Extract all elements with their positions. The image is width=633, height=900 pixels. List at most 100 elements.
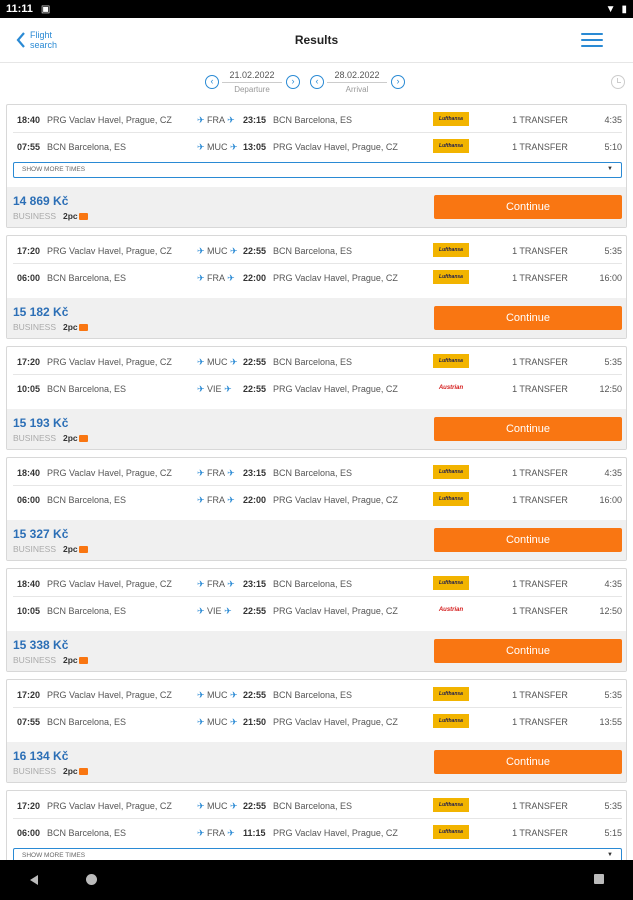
price-area: 15 182 Kč BUSINESS 2pc Continue xyxy=(7,298,626,338)
price: 15 327 Kč xyxy=(13,527,69,541)
transfer-count: 1 TRANSFER xyxy=(512,579,568,589)
return-segment: 06:00 BCN Barcelona, ES ✈ FRA ✈ 11:15 PRG Va… xyxy=(7,818,626,845)
plane-icon: ✈ xyxy=(224,468,235,478)
flight-duration: 16:00 xyxy=(599,495,622,505)
baggage-allowance: 2pc xyxy=(63,322,88,332)
plane-icon: ✈ xyxy=(197,273,208,283)
airline-logo: Lufthansa xyxy=(433,492,469,506)
flight-duration: 4:35 xyxy=(604,468,622,478)
suitcase-icon xyxy=(78,657,88,664)
transfer-count: 1 TRANSFER xyxy=(512,690,568,700)
plane-icon: ✈ xyxy=(227,717,238,727)
departure-time: 07:55 xyxy=(17,142,41,152)
arrival-airport: PRG Vaclav Havel, Prague, CZ xyxy=(273,495,398,505)
flight-duration: 4:35 xyxy=(604,115,622,125)
airline-logo: Lufthansa xyxy=(433,354,469,368)
stopover-airport: FRA xyxy=(207,273,225,283)
plane-icon: ✈ xyxy=(227,142,238,152)
plane-icon: ✈ xyxy=(197,246,208,256)
suitcase-icon xyxy=(78,768,88,775)
back-button[interactable]: Flight search xyxy=(16,30,64,50)
flight-duration: 12:50 xyxy=(599,384,622,394)
flight-duration: 4:35 xyxy=(604,579,622,589)
suitcase-icon xyxy=(78,546,88,553)
show-more-times-label: SHOW MORE TIMES xyxy=(22,166,86,173)
departure-time: 10:05 xyxy=(17,606,41,616)
arrival-time: 13:05 xyxy=(243,142,267,152)
plane-icon: ✈ xyxy=(197,357,208,367)
transfer-count: 1 TRANSFER xyxy=(512,495,568,505)
clock-icon[interactable] xyxy=(611,75,625,89)
airline-logo: Lufthansa xyxy=(433,798,469,812)
baggage-allowance: 2pc xyxy=(63,433,88,443)
arrival-airport: BCN Barcelona, ES xyxy=(273,357,353,367)
arrival-time: 21:50 xyxy=(243,717,267,727)
return-segment: 06:00 BCN Barcelona, ES ✈ FRA ✈ 22:00 PRG Va… xyxy=(7,263,626,290)
plane-icon: ✈ xyxy=(197,468,208,478)
plane-icon: ✈ xyxy=(224,495,235,505)
arrival-date[interactable]: 28.02.2022 Arrival xyxy=(327,70,387,94)
arrival-airport: BCN Barcelona, ES xyxy=(273,468,353,478)
return-segment: 07:55 BCN Barcelona, ES ✈ MUC ✈ 21:50 PRG Va… xyxy=(7,707,626,734)
show-more-times-dropdown[interactable]: SHOW MORE TIMES ▼ xyxy=(13,162,622,178)
flight-duration: 5:35 xyxy=(604,357,622,367)
stopover-airport: FRA xyxy=(207,468,225,478)
continue-button[interactable]: Continue xyxy=(434,306,622,330)
flight-duration: 5:15 xyxy=(604,828,622,838)
departure-date[interactable]: 21.02.2022 Departure xyxy=(222,70,282,94)
departure-time: 17:20 xyxy=(17,801,41,811)
arrival-prev-button[interactable]: ‹ xyxy=(310,75,324,89)
departure-time: 06:00 xyxy=(17,273,41,283)
continue-button[interactable]: Continue xyxy=(434,639,622,663)
stopover-airport: FRA xyxy=(207,579,225,589)
plane-icon: ✈ xyxy=(224,273,235,283)
departure-next-button[interactable]: › xyxy=(286,75,300,89)
airline-logo: Lufthansa xyxy=(433,576,469,590)
stopover: ✈ FRA ✈ xyxy=(197,579,235,590)
arrival-airport: BCN Barcelona, ES xyxy=(273,579,353,589)
continue-button[interactable]: Continue xyxy=(434,417,622,441)
airline-logo: Lufthansa xyxy=(433,270,469,284)
result-card: 17:20 PRG Vaclav Havel, Prague, CZ ✈ MUC ✈… xyxy=(6,235,627,339)
plane-icon: ✈ xyxy=(227,357,238,367)
continue-button[interactable]: Continue xyxy=(434,195,622,219)
segment-divider xyxy=(13,485,622,486)
continue-button[interactable]: Continue xyxy=(434,528,622,552)
departure-airport: PRG Vaclav Havel, Prague, CZ xyxy=(47,246,172,256)
show-more-times-label: SHOW MORE TIMES xyxy=(22,852,86,859)
menu-button[interactable] xyxy=(581,33,603,47)
price-area: 15 338 Kč BUSINESS 2pc Continue xyxy=(7,631,626,671)
stopover: ✈ FRA ✈ xyxy=(197,828,235,839)
plane-icon: ✈ xyxy=(197,717,208,727)
baggage-allowance: 2pc xyxy=(63,766,88,776)
departure-time: 17:20 xyxy=(17,246,41,256)
plane-icon: ✈ xyxy=(197,495,208,505)
arrival-time: 22:55 xyxy=(243,606,267,616)
nav-back-icon[interactable] xyxy=(30,875,38,885)
dropdown-caret-icon: ▼ xyxy=(607,166,613,172)
departure-time: 06:00 xyxy=(17,495,41,505)
continue-button[interactable]: Continue xyxy=(434,750,622,774)
arrival-time: 22:55 xyxy=(243,357,267,367)
stopover-airport: FRA xyxy=(207,115,225,125)
arrival-time: 22:55 xyxy=(243,384,267,394)
departure-airport: BCN Barcelona, ES xyxy=(47,606,127,616)
stopover-airport: VIE xyxy=(207,606,222,616)
app-bar: Flight search Results xyxy=(0,18,633,63)
result-card: 18:40 PRG Vaclav Havel, Prague, CZ ✈ FRA ✈… xyxy=(6,104,627,228)
arrival-next-button[interactable]: › xyxy=(391,75,405,89)
segment-divider xyxy=(13,263,622,264)
plane-icon: ✈ xyxy=(197,384,208,394)
segment-divider xyxy=(13,818,622,819)
departure-date-caption: Departure xyxy=(234,85,270,94)
departure-prev-button[interactable]: ‹ xyxy=(205,75,219,89)
status-bar: 11:11 ▣ ▼ ▮ xyxy=(0,0,633,18)
arrival-time: 23:15 xyxy=(243,579,267,589)
nav-recents-icon[interactable] xyxy=(594,874,604,884)
segment-divider xyxy=(13,374,622,375)
departure-airport: BCN Barcelona, ES xyxy=(47,273,127,283)
return-segment: 07:55 BCN Barcelona, ES ✈ MUC ✈ 13:05 PRG Va… xyxy=(7,132,626,159)
nav-home-icon[interactable] xyxy=(86,874,97,885)
return-segment: 06:00 BCN Barcelona, ES ✈ FRA ✈ 22:00 PRG Va… xyxy=(7,485,626,512)
departure-time: 17:20 xyxy=(17,357,41,367)
